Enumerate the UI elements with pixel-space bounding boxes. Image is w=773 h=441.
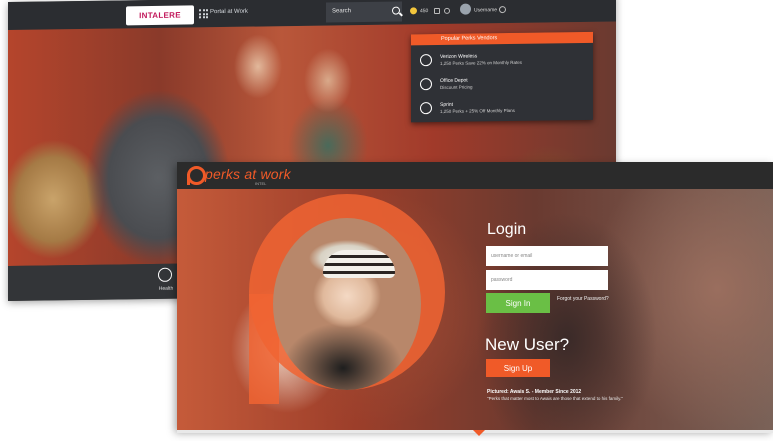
member-caption: Pictured: Awais S. - Member Since 2012 (487, 389, 582, 395)
search-icon[interactable] (392, 6, 400, 15)
gear-icon[interactable] (499, 6, 506, 14)
vendor-title: Sprint (440, 101, 454, 108)
perks-logo-icon[interactable] (187, 166, 206, 185)
vendor-icon (420, 54, 432, 67)
vendor-subtitle: Discount Pricing (440, 84, 473, 90)
password-input[interactable] (486, 270, 608, 290)
portal-menu[interactable]: Portal at Work (210, 9, 248, 16)
cart-icon[interactable] (434, 7, 440, 15)
search-label: Search (332, 8, 352, 15)
notifications-icon[interactable] (444, 7, 450, 14)
username-input[interactable] (486, 246, 608, 266)
dropdown-item-sprint[interactable]: Sprint 1,250 Perks + 25% Off Monthly Pla… (411, 98, 593, 121)
forgot-password-link[interactable]: Forgot your Password? (557, 296, 609, 302)
member-quote: "Perks that matter most to Awais are tho… (487, 396, 623, 401)
vendor-subtitle: 1,250 Perks Save 22% on Monthly Rates (440, 59, 523, 66)
member-photo-hat (323, 250, 395, 278)
scroll-down-icon[interactable] (473, 430, 485, 436)
vendor-icon (420, 78, 432, 91)
brand-logo[interactable]: INTALERE (126, 5, 194, 26)
sign-up-button[interactable]: Sign Up (486, 359, 550, 377)
points-count: 450 (420, 8, 429, 15)
perks-logo-text[interactable]: perks at work (205, 166, 291, 182)
dropdown-item-verizon[interactable]: Verizon Wireless 1,250 Perks Save 22% on… (411, 50, 593, 73)
vendor-title: Office Depot (440, 77, 468, 84)
sign-in-button[interactable]: Sign In (486, 293, 550, 313)
vendor-icon (420, 102, 432, 115)
avatar[interactable] (460, 3, 471, 15)
points-coin-icon (410, 7, 417, 15)
vendor-subtitle: 1,250 Perks + 25% Off Monthly Plans (440, 107, 515, 114)
member-photo (273, 218, 421, 390)
login-title: Login (487, 221, 527, 238)
perks-login-window: perks at work INTEL (177, 162, 773, 430)
username-menu[interactable]: Username (474, 7, 497, 13)
perks-header: perks at work INTEL (177, 162, 773, 189)
apps-grid-icon[interactable] (199, 9, 208, 19)
vendor-title: Verizon Wireless (440, 53, 478, 60)
vendors-dropdown: Popular Perks Vendors Verizon Wireless 1… (411, 31, 593, 123)
search-box[interactable]: Search (326, 1, 402, 23)
new-user-title: New User? (485, 335, 570, 354)
dropdown-item-office-depot[interactable]: Office Depot Discount Pricing (411, 74, 593, 97)
health-label: Health (158, 285, 174, 292)
dropdown-header: Popular Perks Vendors (411, 31, 593, 46)
perks-logo-sub: INTEL (255, 181, 267, 186)
